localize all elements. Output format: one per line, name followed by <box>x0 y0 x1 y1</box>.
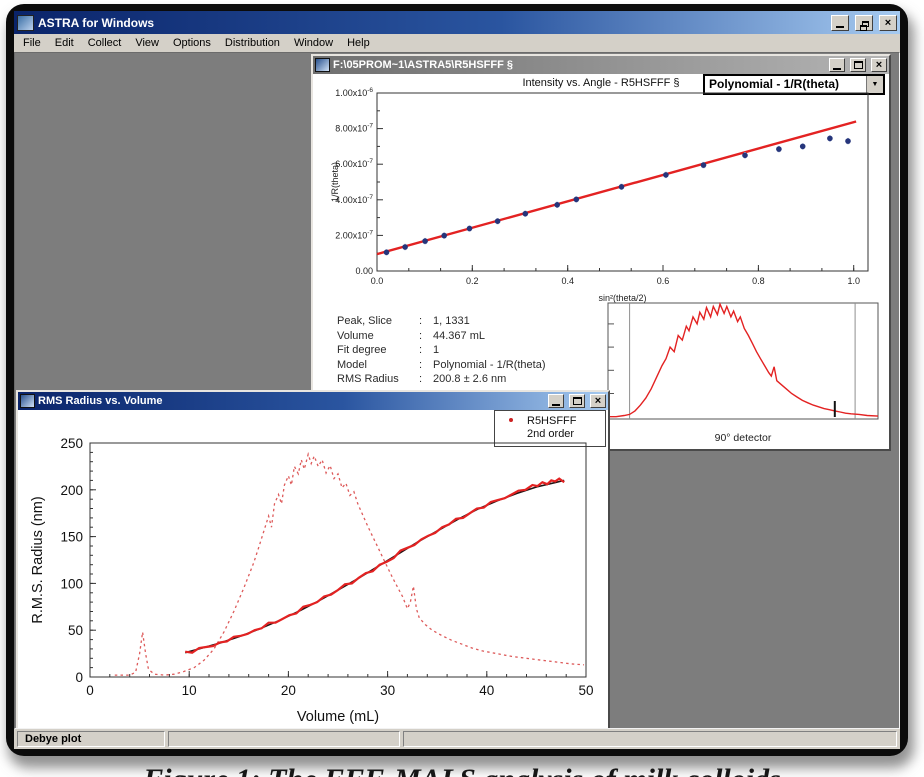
close-icon: × <box>595 396 601 406</box>
minimize-icon <box>836 26 844 28</box>
svg-text:R.M.S. Radius (nm): R.M.S. Radius (nm) <box>30 496 46 623</box>
svg-text:1.00x10-6: 1.00x10-6 <box>335 87 373 98</box>
stat-row: Volume:44.367 mL <box>337 329 546 344</box>
svg-text:40: 40 <box>479 683 494 698</box>
svg-text:150: 150 <box>60 530 83 545</box>
menu-help[interactable]: Help <box>340 36 377 50</box>
svg-text:0.00: 0.00 <box>355 266 373 276</box>
svg-text:20: 20 <box>281 683 296 698</box>
rms-minimize-button[interactable] <box>548 394 564 408</box>
svg-text:1/R(theta): 1/R(theta) <box>330 162 340 202</box>
svg-text:0: 0 <box>86 683 94 698</box>
rms-window-icon <box>20 394 35 408</box>
screenshot-frame: ASTRA for Windows × FileEditCollectViewO… <box>6 4 908 756</box>
restore-button[interactable] <box>855 15 873 31</box>
svg-text:50: 50 <box>68 623 83 638</box>
menu-edit[interactable]: Edit <box>48 36 81 50</box>
mdi-workspace: F:\05PROM~1\ASTRA5\R5HSFFF § × Intensity… <box>14 52 900 729</box>
maximize-icon <box>854 61 863 69</box>
detector-inset-svg: 90° detector <box>605 300 883 449</box>
svg-text:0.4: 0.4 <box>561 276 574 286</box>
rms-window-titlebar[interactable]: RMS Radius vs. Volume × <box>18 392 608 410</box>
rms-maximize-button[interactable] <box>569 394 585 408</box>
stat-row: RMS Radius:200.8 ± 2.6 nm <box>337 372 546 387</box>
close-icon: × <box>885 18 891 28</box>
rms-chart: 0 50 100 150 200 250 0 10 20 30 40 50 Volume (mL) R.M… <box>24 418 608 729</box>
status-panel-message: Debye plot <box>17 731 165 747</box>
status-panel-3 <box>403 731 897 747</box>
svg-text:6.00x10-7: 6.00x10-7 <box>335 158 373 169</box>
debye-window-title: F:\05PROM~1\ASTRA5\R5HSFFF § <box>333 59 824 71</box>
app-title: ASTRA for Windows <box>38 16 825 30</box>
rms-window-title: RMS Radius vs. Volume <box>38 395 543 407</box>
rms-window: RMS Radius vs. Volume × R5HSFFF 2nd orde… <box>16 390 610 729</box>
maximize-icon <box>573 397 582 405</box>
minimize-icon <box>552 404 560 406</box>
debye-minimize-button[interactable] <box>829 58 845 72</box>
menu-collect[interactable]: Collect <box>81 36 129 50</box>
svg-text:250: 250 <box>60 436 83 451</box>
minimize-icon <box>833 68 841 70</box>
status-bar: Debye plot <box>14 729 900 749</box>
debye-window-titlebar[interactable]: F:\05PROM~1\ASTRA5\R5HSFFF § × <box>313 56 889 74</box>
astra-app-window: ASTRA for Windows × FileEditCollectViewO… <box>14 11 900 749</box>
menu-options[interactable]: Options <box>166 36 218 50</box>
svg-text:10: 10 <box>182 683 197 698</box>
menu-bar: FileEditCollectViewOptionsDistributionWi… <box>14 34 900 52</box>
figure-caption-text: Figure 1: The FFF-MALS analysis of milk … <box>143 762 781 777</box>
detector-inset-chart: 90° detector <box>605 300 883 449</box>
svg-text:4.00x10-7: 4.00x10-7 <box>335 194 373 205</box>
svg-text:0.0: 0.0 <box>371 276 384 286</box>
svg-text:90° detector: 90° detector <box>715 432 772 444</box>
debye-stats: Peak, Slice:1, 1331Volume:44.367 mLFit d… <box>337 314 546 387</box>
svg-text:8.00x10-7: 8.00x10-7 <box>335 123 373 134</box>
menu-distribution[interactable]: Distribution <box>218 36 287 50</box>
rms-window-content: R5HSFFF 2nd order 0501001502002500102030… <box>18 410 608 729</box>
rms-close-button[interactable]: × <box>590 394 606 408</box>
rms-plot-svg: 0 50 100 150 200 250 0 10 20 30 40 50 Volume (mL) R.M… <box>24 418 608 729</box>
restore-icon <box>862 21 869 27</box>
svg-text:1.0: 1.0 <box>847 276 860 286</box>
svg-text:0.8: 0.8 <box>752 276 765 286</box>
debye-maximize-button[interactable] <box>850 58 866 72</box>
debye-close-button[interactable]: × <box>871 58 887 72</box>
menu-file[interactable]: File <box>16 36 48 50</box>
svg-text:0: 0 <box>75 670 83 685</box>
app-icon <box>17 15 34 31</box>
stat-row: Peak, Slice:1, 1331 <box>337 314 546 329</box>
close-icon: × <box>876 60 882 70</box>
stat-row: Fit degree:1 <box>337 343 546 358</box>
menu-view[interactable]: View <box>128 36 166 50</box>
svg-text:Volume (mL): Volume (mL) <box>297 709 379 725</box>
status-panel-2 <box>168 731 400 747</box>
svg-text:50: 50 <box>578 683 593 698</box>
svg-text:2.00x10-7: 2.00x10-7 <box>335 229 373 240</box>
svg-text:30: 30 <box>380 683 395 698</box>
figure-caption: Figure 1: The FFF-MALS analysis of milk … <box>0 762 924 777</box>
close-button[interactable]: × <box>879 15 897 31</box>
minimize-button[interactable] <box>831 15 849 31</box>
debye-window-icon <box>315 58 330 72</box>
status-text: Debye plot <box>25 733 81 745</box>
menu-window[interactable]: Window <box>287 36 340 50</box>
svg-text:100: 100 <box>60 576 83 591</box>
debye-plot-svg: 0.0 0.2 0.4 0.6 0.8 1.0 0.00 2.00x10-7 4.00x10-7… <box>327 87 879 311</box>
svg-text:0.6: 0.6 <box>657 276 670 286</box>
app-titlebar[interactable]: ASTRA for Windows × <box>14 11 900 34</box>
svg-text:200: 200 <box>60 483 83 498</box>
debye-chart: 0.0 0.2 0.4 0.6 0.8 1.0 0.00 2.00x10-7 4.00x10-7… <box>327 87 879 311</box>
svg-text:0.2: 0.2 <box>466 276 479 286</box>
stat-row: Model:Polynomial - 1/R(theta) <box>337 358 546 373</box>
